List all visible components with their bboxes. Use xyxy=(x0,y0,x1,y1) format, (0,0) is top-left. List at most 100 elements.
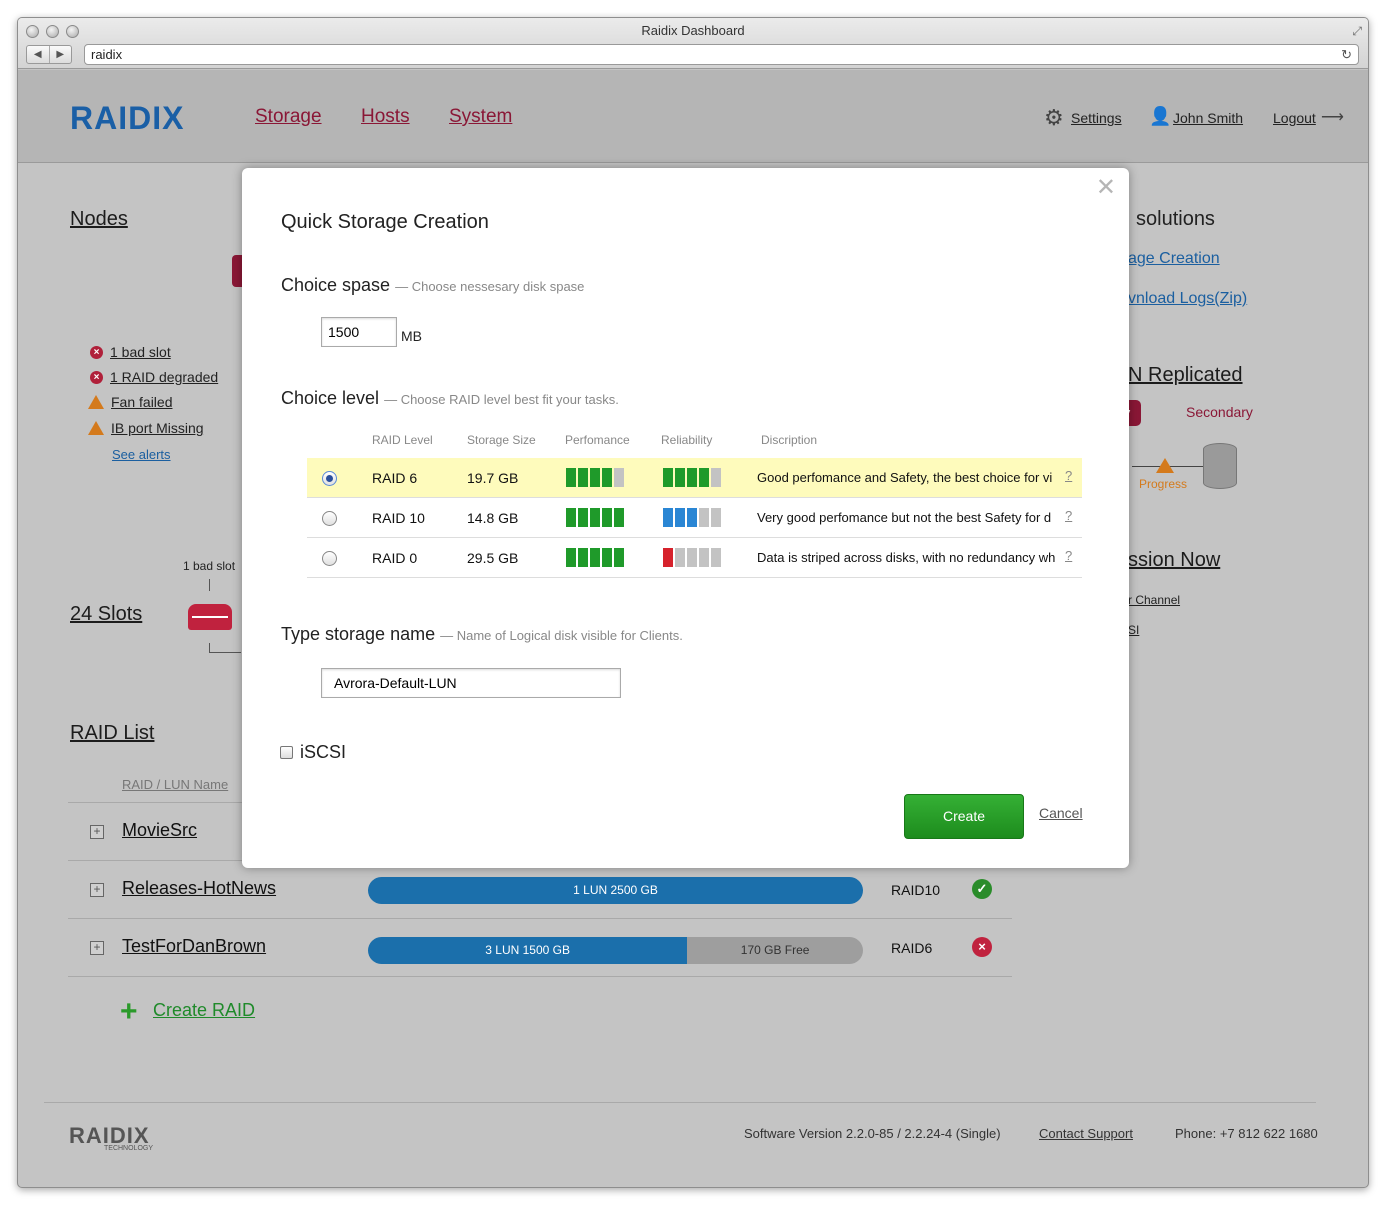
back-icon[interactable]: ◀ xyxy=(27,46,50,63)
help-link[interactable]: ? xyxy=(1065,548,1072,563)
session-title[interactable]: ssion Now xyxy=(1128,549,1220,572)
channel-link[interactable]: r Channel xyxy=(1128,593,1180,607)
storage-creation-link[interactable]: age Creation xyxy=(1128,250,1220,268)
check-icon: ✓ xyxy=(972,879,992,899)
settings-link[interactable]: Settings xyxy=(1071,110,1122,126)
iscsi-label[interactable]: iSCSI xyxy=(300,742,346,763)
meter-segment xyxy=(687,468,697,487)
meter-segment xyxy=(663,468,673,487)
performance-meter xyxy=(566,508,624,527)
meter-segment xyxy=(614,468,624,487)
performance-meter xyxy=(566,468,624,487)
history-buttons: ◀ ▶ xyxy=(26,45,72,64)
cancel-button[interactable]: Cancel xyxy=(1039,805,1083,821)
meter-segment xyxy=(602,548,612,567)
level-heading: Choice level — Choose RAID level best fi… xyxy=(281,388,619,409)
raid-list-title[interactable]: RAID List xyxy=(70,722,154,745)
column-description: Discription xyxy=(761,433,818,447)
nodes-title[interactable]: Nodes xyxy=(70,208,128,231)
fullscreen-icon[interactable]: ⤢ xyxy=(1352,24,1362,39)
meter-segment xyxy=(578,468,588,487)
help-link[interactable]: ? xyxy=(1065,468,1072,483)
meter-segment xyxy=(699,508,709,527)
space-heading: Choice spase — Choose nessesary disk spa… xyxy=(281,275,584,296)
option-level: RAID 6 xyxy=(372,470,418,486)
meter-segment xyxy=(699,548,709,567)
slots-title[interactable]: 24 Slots xyxy=(70,603,142,626)
meter-segment xyxy=(602,468,612,487)
app-header: RAIDIX Storage Hosts System ⚙ Settings 👤… xyxy=(18,70,1368,163)
nav-system[interactable]: System xyxy=(449,106,512,128)
meter-segment xyxy=(687,508,697,527)
contact-support-link[interactable]: Contact Support xyxy=(1039,1126,1133,1141)
see-alerts-link[interactable]: See alerts xyxy=(112,447,171,462)
progress-label: Progress xyxy=(1139,477,1188,491)
footer-logo-sub: TECHNOLOGY xyxy=(104,1145,154,1152)
download-logs-link[interactable]: vnload Logs(Zip) xyxy=(1128,290,1247,308)
window-title: Raidix Dashboard xyxy=(641,23,745,38)
nav-hosts[interactable]: Hosts xyxy=(361,106,410,128)
raid-row[interactable]: + TestForDanBrown 3 LUN 1500 GB 170 GB F… xyxy=(68,919,1012,977)
help-link[interactable]: ? xyxy=(1065,508,1072,523)
user-link[interactable]: John Smith xyxy=(1173,110,1243,126)
error-icon: × xyxy=(90,345,103,359)
column-header-name[interactable]: RAID / LUN Name xyxy=(122,777,228,792)
address-bar[interactable]: raidix ↻ xyxy=(84,44,1359,65)
expand-icon[interactable]: + xyxy=(90,825,104,839)
storage-name-input[interactable] xyxy=(321,668,621,698)
warning-icon xyxy=(88,395,104,409)
meter-segment xyxy=(602,508,612,527)
raid-option-row[interactable]: RAID 0 29.5 GB Data is striped across di… xyxy=(307,538,1082,578)
unit-label: MB xyxy=(401,328,422,344)
raid-radio[interactable] xyxy=(322,511,337,526)
bad-slot-label: 1 bad slot xyxy=(183,559,236,573)
meter-segment xyxy=(711,468,721,487)
reload-icon[interactable]: ↻ xyxy=(1341,45,1352,64)
free-segment: 170 GB Free xyxy=(687,937,863,964)
option-description: Data is striped across disks, with no re… xyxy=(757,550,1056,565)
browser-window: Raidix Dashboard ⤢ ◀ ▶ raidix ↻ RAIDIX S… xyxy=(17,17,1369,1188)
meter-segment xyxy=(663,548,673,567)
raid-radio[interactable] xyxy=(322,471,337,486)
alert-raid-degraded[interactable]: × 1 RAID degraded xyxy=(90,369,218,385)
space-hint: — Choose nessesary disk spase xyxy=(395,279,585,294)
meter-segment xyxy=(711,508,721,527)
expand-icon[interactable]: + xyxy=(90,941,104,955)
raid-level: RAID10 xyxy=(891,882,941,898)
meter-segment xyxy=(675,548,685,567)
raid-option-row[interactable]: RAID 10 14.8 GB Very good perfomance but… xyxy=(307,498,1082,538)
raid-name[interactable]: TestForDanBrown xyxy=(122,936,266,957)
option-description: Very good perfomance but not the best Sa… xyxy=(757,510,1052,525)
gear-icon[interactable]: ⚙ xyxy=(1044,105,1064,131)
raid-option-row[interactable]: RAID 6 19.7 GB Good perfomance and Safet… xyxy=(307,458,1082,498)
iscsi-checkbox[interactable] xyxy=(280,746,293,759)
close-icon[interactable]: ✕ xyxy=(1096,176,1116,200)
space-input[interactable] xyxy=(321,317,397,347)
meter-segment xyxy=(590,548,600,567)
error-icon: × xyxy=(972,937,992,957)
si-link[interactable]: SI xyxy=(1128,623,1139,637)
plus-icon[interactable]: + xyxy=(120,997,138,1027)
expand-icon[interactable]: + xyxy=(90,883,104,897)
raid-radio[interactable] xyxy=(322,551,337,566)
create-raid-link[interactable]: Create RAID xyxy=(153,1000,255,1021)
meter-segment xyxy=(614,548,624,567)
alert-bad-slot[interactable]: × 1 bad slot xyxy=(90,344,171,360)
alert-fan-failed[interactable]: Fan failed xyxy=(88,394,172,410)
name-label: Type storage name xyxy=(281,624,436,644)
server-icon[interactable] xyxy=(188,604,232,630)
capacity-bar: 3 LUN 1500 GB 170 GB Free xyxy=(368,937,863,964)
create-button[interactable]: Create xyxy=(904,794,1024,839)
raid-name[interactable]: MovieSrc xyxy=(122,820,197,841)
replicated-title[interactable]: N Replicated xyxy=(1128,364,1243,387)
raid-row[interactable]: + Releases-HotNews 1 LUN 2500 GB RAID10 … xyxy=(68,861,1012,919)
meter-segment xyxy=(711,548,721,567)
column-reliability: Reliability xyxy=(661,433,713,447)
nav-storage[interactable]: Storage xyxy=(255,106,322,128)
meter-segment xyxy=(590,508,600,527)
name-heading: Type storage name — Name of Logical disk… xyxy=(281,624,683,645)
raid-name[interactable]: Releases-HotNews xyxy=(122,878,276,899)
alert-ib-port[interactable]: IB port Missing xyxy=(88,420,204,436)
logout-link[interactable]: Logout xyxy=(1273,110,1316,126)
forward-icon[interactable]: ▶ xyxy=(50,46,72,63)
